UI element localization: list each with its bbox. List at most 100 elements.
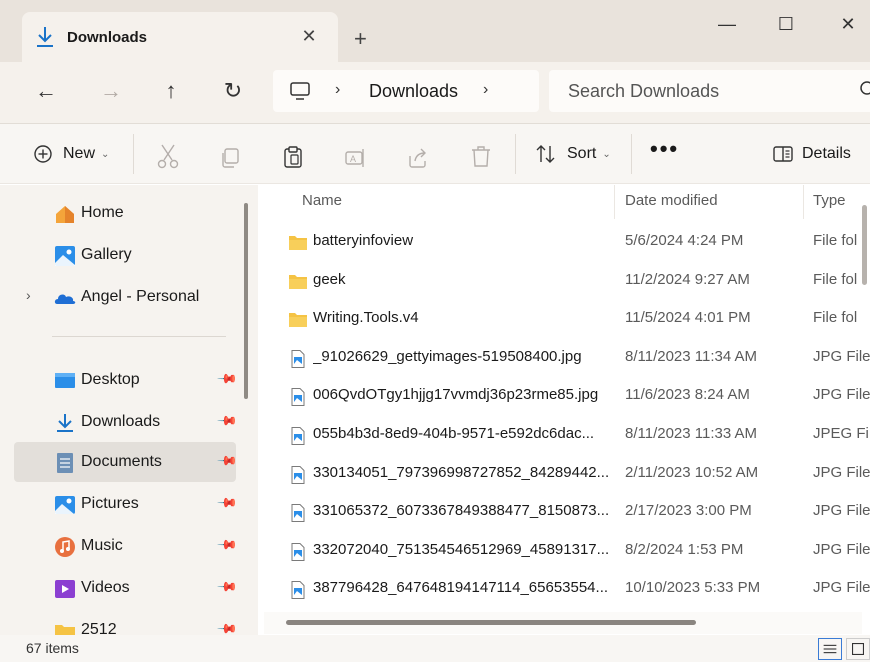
pin-icon[interactable]: 📌 <box>216 492 238 515</box>
address-bar[interactable]: › Downloads › <box>273 70 539 112</box>
share-icon[interactable] <box>407 142 429 174</box>
breadcrumb-chevron[interactable]: › <box>483 81 488 99</box>
file-row[interactable]: 387796428_647648194147114_65653554... 10/… <box>258 570 870 608</box>
file-type: JPG File <box>813 502 870 520</box>
minimize-button[interactable]: — <box>707 14 747 35</box>
file-type: JPG File <box>813 579 870 597</box>
more-options-button[interactable]: ••• <box>650 136 679 162</box>
file-date: 11/2/2024 9:27 AM <box>625 270 750 288</box>
file-row[interactable]: 006QvdOTgy1hjjg17vvmdj36p23rme85.jpg 11/6… <box>258 377 870 415</box>
pin-icon[interactable]: 📌 <box>216 576 238 599</box>
close-button[interactable]: ✕ <box>828 14 868 35</box>
pin-icon[interactable]: 📌 <box>216 534 238 557</box>
sidebar-item-folder-2512[interactable]: 2512 📌 <box>14 610 238 635</box>
pin-icon[interactable]: 📌 <box>216 450 238 473</box>
file-type: JPEG Fi <box>813 425 869 442</box>
folder-icon <box>289 313 307 328</box>
details-pane-icon <box>773 146 793 162</box>
details-label: Details <box>802 145 851 162</box>
tab-downloads[interactable]: Downloads ✕ <box>22 12 338 62</box>
tiles-view-icon[interactable] <box>846 638 870 660</box>
file-type: JPG File <box>813 347 870 365</box>
sidebar-item-pictures[interactable]: Pictures 📌 <box>14 484 238 524</box>
command-bar: New ⌄ A Sort ⌄ ••• Details <box>0 124 870 184</box>
maximize-button[interactable]: ☐ <box>766 14 806 35</box>
sort-button[interactable]: Sort ⌄ <box>535 138 611 170</box>
sidebar-item-music[interactable]: Music 📌 <box>14 526 238 566</box>
breadcrumb-downloads[interactable]: Downloads <box>369 81 458 102</box>
column-divider[interactable] <box>803 185 804 219</box>
file-row[interactable]: geek 11/2/2024 9:27 AM File fol <box>258 262 870 300</box>
sidebar-scrollbar[interactable] <box>244 203 248 399</box>
horizontal-scrollbar-thumb[interactable] <box>286 620 696 625</box>
sidebar-item-documents[interactable]: Documents 📌 <box>14 442 238 482</box>
file-row[interactable]: 055b4b3d-8ed9-404b-9571-e592dc6dac... 8/1… <box>258 416 870 454</box>
expand-chevron-icon[interactable]: › <box>26 287 31 303</box>
svg-text:A: A <box>350 154 356 164</box>
column-header-type[interactable]: Type <box>813 192 846 209</box>
sidebar-item-home[interactable]: Home <box>14 193 236 233</box>
file-type: JPG File <box>813 540 870 558</box>
file-name: Writing.Tools.v4 <box>313 309 419 327</box>
toolbar-divider <box>515 134 516 174</box>
file-date: 5/6/2024 4:24 PM <box>625 232 744 249</box>
file-name: _91026629_gettyimages-519508400.jpg <box>313 347 582 365</box>
sidebar-item-videos[interactable]: Videos 📌 <box>14 568 238 608</box>
videos-icon <box>55 580 75 598</box>
paste-icon[interactable] <box>282 141 304 173</box>
file-date: 8/11/2023 11:34 AM <box>625 347 758 365</box>
sidebar-item-downloads[interactable]: Downloads 📌 <box>14 402 238 442</box>
file-date: 8/11/2023 11:33 AM <box>625 425 758 442</box>
status-bar: 67 items <box>0 635 870 662</box>
copy-icon[interactable] <box>219 142 241 174</box>
search-icon <box>860 81 870 95</box>
image-file-icon <box>291 388 305 407</box>
pin-icon[interactable]: 📌 <box>216 618 238 635</box>
sidebar-item-label: 2512 <box>81 621 117 635</box>
back-button[interactable]: ← <box>31 78 61 104</box>
pictures-icon <box>55 496 75 514</box>
column-header-date[interactable]: Date modified <box>625 192 718 209</box>
tab-close-icon[interactable]: ✕ <box>299 26 319 47</box>
file-row[interactable]: batteryinfoview 5/6/2024 4:24 PM File fol <box>258 223 870 261</box>
file-row[interactable]: 331065372_6073367849388477_8150873... 2/1… <box>258 493 870 531</box>
rename-icon[interactable]: A <box>344 142 366 174</box>
search-input[interactable]: Search Downloads <box>549 70 870 112</box>
sidebar-item-desktop[interactable]: Desktop 📌 <box>14 360 238 400</box>
file-row[interactable]: _91026629_gettyimages-519508400.jpg 8/11/… <box>258 339 870 377</box>
delete-icon[interactable] <box>470 141 492 173</box>
new-button[interactable]: New ⌄ <box>33 138 109 170</box>
file-date: 11/5/2024 4:01 PM <box>625 309 751 327</box>
column-header-name[interactable]: Name <box>302 192 342 209</box>
details-view-icon[interactable] <box>818 638 842 660</box>
image-file-icon <box>291 581 305 600</box>
sidebar-item-label: Music <box>81 537 123 554</box>
file-name: geek <box>313 270 346 288</box>
sidebar-item-gallery[interactable]: Gallery <box>14 235 236 275</box>
file-row[interactable]: 332072040_751354546512969_45891317... 8/2… <box>258 532 870 570</box>
up-button[interactable]: ↑ <box>156 78 186 104</box>
file-name: 055b4b3d-8ed9-404b-9571-e592dc6dac... <box>313 425 595 442</box>
file-row[interactable]: Writing.Tools.v4 11/5/2024 4:01 PM File fo… <box>258 300 870 338</box>
sidebar-item-label: Desktop <box>81 371 140 388</box>
image-file-icon <box>291 349 305 368</box>
pin-icon[interactable]: 📌 <box>216 368 238 391</box>
file-name: 387796428_647648194147114_65653554... <box>313 579 609 597</box>
sidebar-item-label: Videos <box>81 579 130 596</box>
new-tab-button[interactable]: + <box>354 26 367 52</box>
toolbar-divider <box>631 134 632 174</box>
folder-icon <box>289 274 307 289</box>
horizontal-scrollbar-track[interactable] <box>264 612 862 634</box>
image-file-icon <box>291 542 305 561</box>
file-row[interactable]: 330134051_797396998727852_84289442... 2/1… <box>258 455 870 493</box>
file-type: File fol <box>813 270 858 288</box>
sidebar-item-onedrive[interactable]: › Angel - Personal <box>14 277 236 317</box>
details-button[interactable]: Details <box>772 138 851 170</box>
refresh-button[interactable]: ↻ <box>218 78 248 104</box>
pin-icon[interactable]: 📌 <box>216 410 238 433</box>
forward-button[interactable]: → <box>96 78 126 104</box>
file-date: 2/17/2023 3:00 PM <box>625 502 752 520</box>
vertical-scrollbar[interactable] <box>862 205 867 285</box>
cut-icon[interactable] <box>157 140 179 172</box>
column-divider[interactable] <box>614 185 615 219</box>
